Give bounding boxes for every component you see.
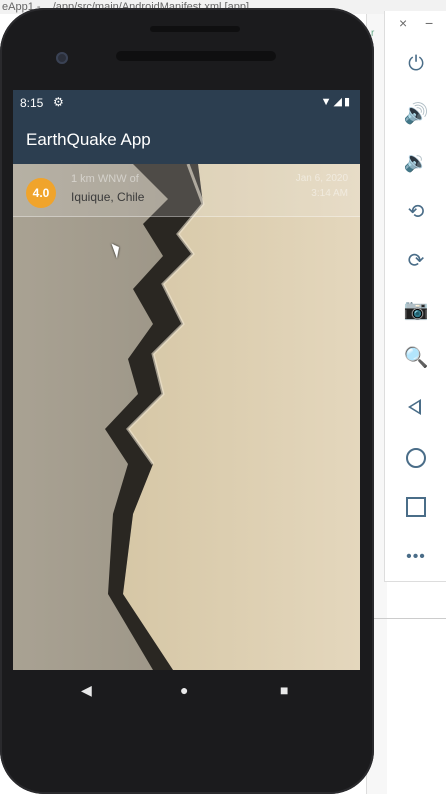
zoom-icon[interactable]: 🔍 (403, 345, 429, 371)
earpiece-speaker (116, 51, 276, 61)
volume-up-icon[interactable]: 🔊 (403, 101, 429, 127)
rotate-right-icon[interactable]: ⟳ (403, 248, 429, 274)
overview-icon[interactable] (406, 497, 426, 517)
home-nav-icon[interactable] (406, 448, 426, 468)
earthquake-time: 3:14 AM (311, 188, 348, 199)
rotate-left-icon[interactable]: ⟲ (403, 199, 429, 225)
power-icon[interactable]: ⏻ (403, 51, 429, 77)
earthquake-date: Jan 6, 2020 (295, 173, 348, 184)
primary-location: Iquique, Chile (71, 190, 145, 204)
volume-down-icon[interactable]: 🔉 (403, 149, 429, 175)
home-icon[interactable]: ● (180, 682, 188, 698)
navigation-bar: ◀ ● ■ (13, 670, 360, 718)
minimize-icon[interactable]: − (425, 15, 433, 31)
status-time: 8:15 (20, 96, 44, 110)
magnitude-badge: 4.0 (26, 178, 56, 208)
phone-top-slot (150, 26, 240, 32)
more-icon[interactable]: ••• (403, 544, 429, 570)
earthquake-list-item[interactable]: 4.0 1 km WNW of Iquique, Chile Jan 6, 20… (13, 164, 360, 217)
ide-divider (366, 618, 446, 619)
background-image (13, 164, 360, 670)
front-camera (56, 52, 68, 64)
back-icon[interactable]: ◀ (81, 682, 92, 699)
camera-icon[interactable]: 📷 (403, 297, 429, 323)
emulator-toolbar: × − ⏻ 🔊 🔉 ⟲ ⟳ 📷 🔍 ••• (384, 11, 446, 582)
status-bar: 8:15 ⚙ ▼◢▮ (13, 90, 360, 116)
app-title: EarthQuake App (26, 130, 151, 149)
app-bar: EarthQuake App (13, 116, 360, 164)
back-nav-icon[interactable] (408, 399, 421, 415)
location-offset: 1 km WNW of (71, 173, 139, 185)
recents-icon[interactable]: ■ (280, 682, 288, 698)
close-icon[interactable]: × (399, 15, 407, 31)
signal-icons: ▼◢▮ (320, 96, 352, 108)
earthquake-list[interactable]: 4.0 1 km WNW of Iquique, Chile Jan 6, 20… (13, 164, 360, 670)
phone-screen: 8:15 ⚙ ▼◢▮ EarthQuake App 4.0 1 km WNW o… (13, 90, 360, 670)
gear-icon: ⚙ (53, 95, 64, 109)
